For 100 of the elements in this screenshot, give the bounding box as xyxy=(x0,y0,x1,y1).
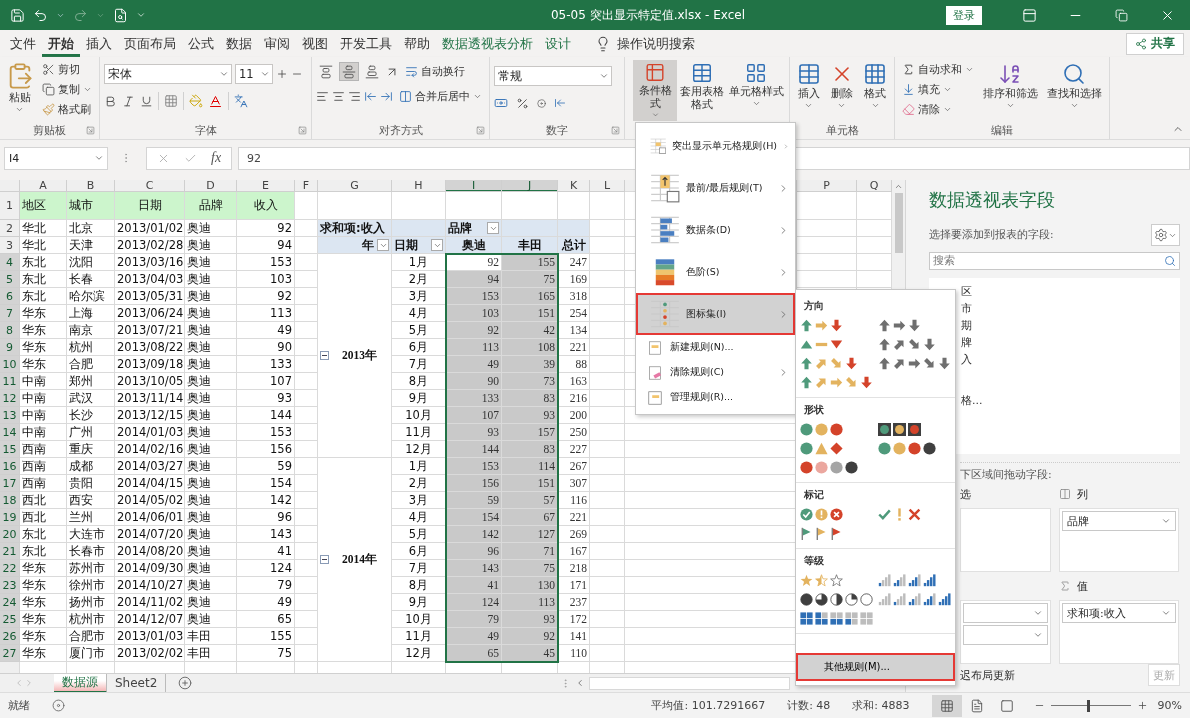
table-cell: 2014/11/02 xyxy=(115,594,185,611)
pivot-value-cell: 157 xyxy=(502,424,558,441)
pivot-value-cell: 151 xyxy=(502,475,558,492)
section-title: 形状 xyxy=(803,403,825,417)
pivot-value-cell: 92 xyxy=(446,322,502,339)
table-header-cell: 收入 xyxy=(237,192,295,220)
area-title: 列 xyxy=(1077,486,1088,502)
pivot-value-cell: 142 xyxy=(446,526,502,543)
table-cell: 2013/02/02 xyxy=(115,645,185,662)
table-header-cell: 城市 xyxy=(67,192,115,220)
pivot-value-cell: 108 xyxy=(502,339,558,356)
pivot-value-cell: 93 xyxy=(446,424,502,441)
pivot-value-cell: 83 xyxy=(502,441,558,458)
table-cell: 2013/12/15 xyxy=(115,407,185,424)
table-cell: 2014/01/03 xyxy=(115,424,185,441)
table-cell: 2013/11/14 xyxy=(115,390,185,407)
pivot-value-cell: 73 xyxy=(502,373,558,390)
table-cell: 2013/01/03 xyxy=(115,628,185,645)
table-cell: 2013/07/21 xyxy=(115,322,185,339)
pivot-value-cell: 130 xyxy=(502,577,558,594)
pivot-value-cell: 156 xyxy=(446,475,502,492)
table-cell: 2014/09/30 xyxy=(115,560,185,577)
pivot-value-cell: 94 xyxy=(446,271,502,288)
pivot-value-cell: 83 xyxy=(502,390,558,407)
pivot-header-text: 品牌 xyxy=(448,220,472,236)
section-title: 标记 xyxy=(803,488,825,502)
status-text: 计数: 48 xyxy=(787,698,831,713)
pivot-value-cell: 107 xyxy=(446,407,502,424)
pivot-value-cell: 57 xyxy=(502,492,558,509)
section-title: 方向 xyxy=(803,299,825,313)
table-cell: 2014/10/27 xyxy=(115,577,185,594)
pivot-value-cell: 71 xyxy=(502,543,558,560)
table-cell: 2013/01/02 xyxy=(115,220,185,237)
table-cell: 2014/05/02 xyxy=(115,492,185,509)
table-cell: 2013/05/31 xyxy=(115,288,185,305)
group-label: 对齐方式 xyxy=(378,123,423,138)
table-cell: 2013/09/18 xyxy=(115,356,185,373)
pivot-value-cell: 41 xyxy=(446,577,502,594)
pivot-row-label: 2014年 xyxy=(342,552,377,567)
area-title: 选 xyxy=(960,486,971,502)
status-text: 求和: 4883 xyxy=(852,698,910,713)
group-label: 字体 xyxy=(194,123,217,138)
group-label: 编辑 xyxy=(991,123,1013,138)
table-cell: 2013/10/05 xyxy=(115,373,185,390)
pivot-value-cell: 133 xyxy=(446,390,502,407)
table-cell: 2014/06/01 xyxy=(115,509,185,526)
drag-hint: 下区域间拖动字段: xyxy=(960,462,1180,480)
table-header-cell: 地区 xyxy=(20,192,67,220)
pane-subtitle: 选择要添加到报表的字段: xyxy=(929,228,1054,242)
pivot-header-text: 年 xyxy=(362,237,374,253)
pivot-value-cell: 93 xyxy=(502,407,558,424)
table-cell: 2013/02/28 xyxy=(115,237,185,254)
pivot-header-cell: 总计 xyxy=(558,237,590,254)
pivot-value-cell: 151 xyxy=(502,305,558,322)
pivot-value-cell: 114 xyxy=(502,458,558,475)
pivot-value-cell: 59 xyxy=(446,492,502,509)
table-cell: 2013/08/22 xyxy=(115,339,185,356)
pivot-value-cell: 67 xyxy=(502,509,558,526)
pivot-value-cell: 39 xyxy=(502,356,558,373)
pivot-value-cell: 79 xyxy=(446,611,502,628)
table-cell: 2013/06/24 xyxy=(115,305,185,322)
pivot-value-cell: 143 xyxy=(446,560,502,577)
pivot-value-cell: 113 xyxy=(502,594,558,611)
table-header-cell: 日期 xyxy=(115,192,185,220)
pivot-value-cell: 153 xyxy=(446,458,502,475)
group-label: 单元格 xyxy=(825,123,859,138)
pivot-value-cell: 92 xyxy=(502,628,558,645)
pivot-value-cell: 75 xyxy=(502,560,558,577)
window-title: 05-05 突出显示特定值.xlsx - Excel xyxy=(549,6,746,24)
table-cell: 2014/03/27 xyxy=(115,458,185,475)
pivot-value-cell: 49 xyxy=(446,356,502,373)
pivot-value-cell: 144 xyxy=(446,441,502,458)
pivot-value-cell: 75 xyxy=(502,271,558,288)
section-title: 等级 xyxy=(803,554,825,568)
table-cell: 2014/12/07 xyxy=(115,611,185,628)
status-text: 平均值: 101.7291667 xyxy=(651,698,766,713)
pivot-value-cell: 103 xyxy=(446,305,502,322)
table-cell: 2013/03/16 xyxy=(115,254,185,271)
table-cell: 2014/08/20 xyxy=(115,543,185,560)
group-label: 数字 xyxy=(546,123,568,138)
table-header-cell: 品牌 xyxy=(185,192,237,220)
pivot-value-cell: 93 xyxy=(502,611,558,628)
pivot-value-cell: 154 xyxy=(446,509,502,526)
pivot-header-text: 日期 xyxy=(394,237,418,253)
pivot-value-cell: 124 xyxy=(446,594,502,611)
pivot-value-cell: 113 xyxy=(446,339,502,356)
pivot-value-cell: 165 xyxy=(502,288,558,305)
table-cell: 2014/02/16 xyxy=(115,441,185,458)
group-label: 剪贴板 xyxy=(33,123,66,138)
pivot-header-cell: 求和项:收入 xyxy=(318,220,392,237)
defer-update-label: 迟布局更新 xyxy=(960,667,1015,683)
pivot-value-cell: 49 xyxy=(446,628,502,645)
pivot-value-cell: 127 xyxy=(502,526,558,543)
pane-title: 数据透视表字段 xyxy=(928,188,1056,212)
status-text: 就绪 xyxy=(8,698,30,713)
pivot-value-cell: 153 xyxy=(446,288,502,305)
table-cell: 2014/04/15 xyxy=(115,475,185,492)
pivot-row-label: 2013年 xyxy=(342,348,377,363)
pivot-value-cell: 96 xyxy=(446,543,502,560)
area-title: 值 xyxy=(1077,578,1088,594)
